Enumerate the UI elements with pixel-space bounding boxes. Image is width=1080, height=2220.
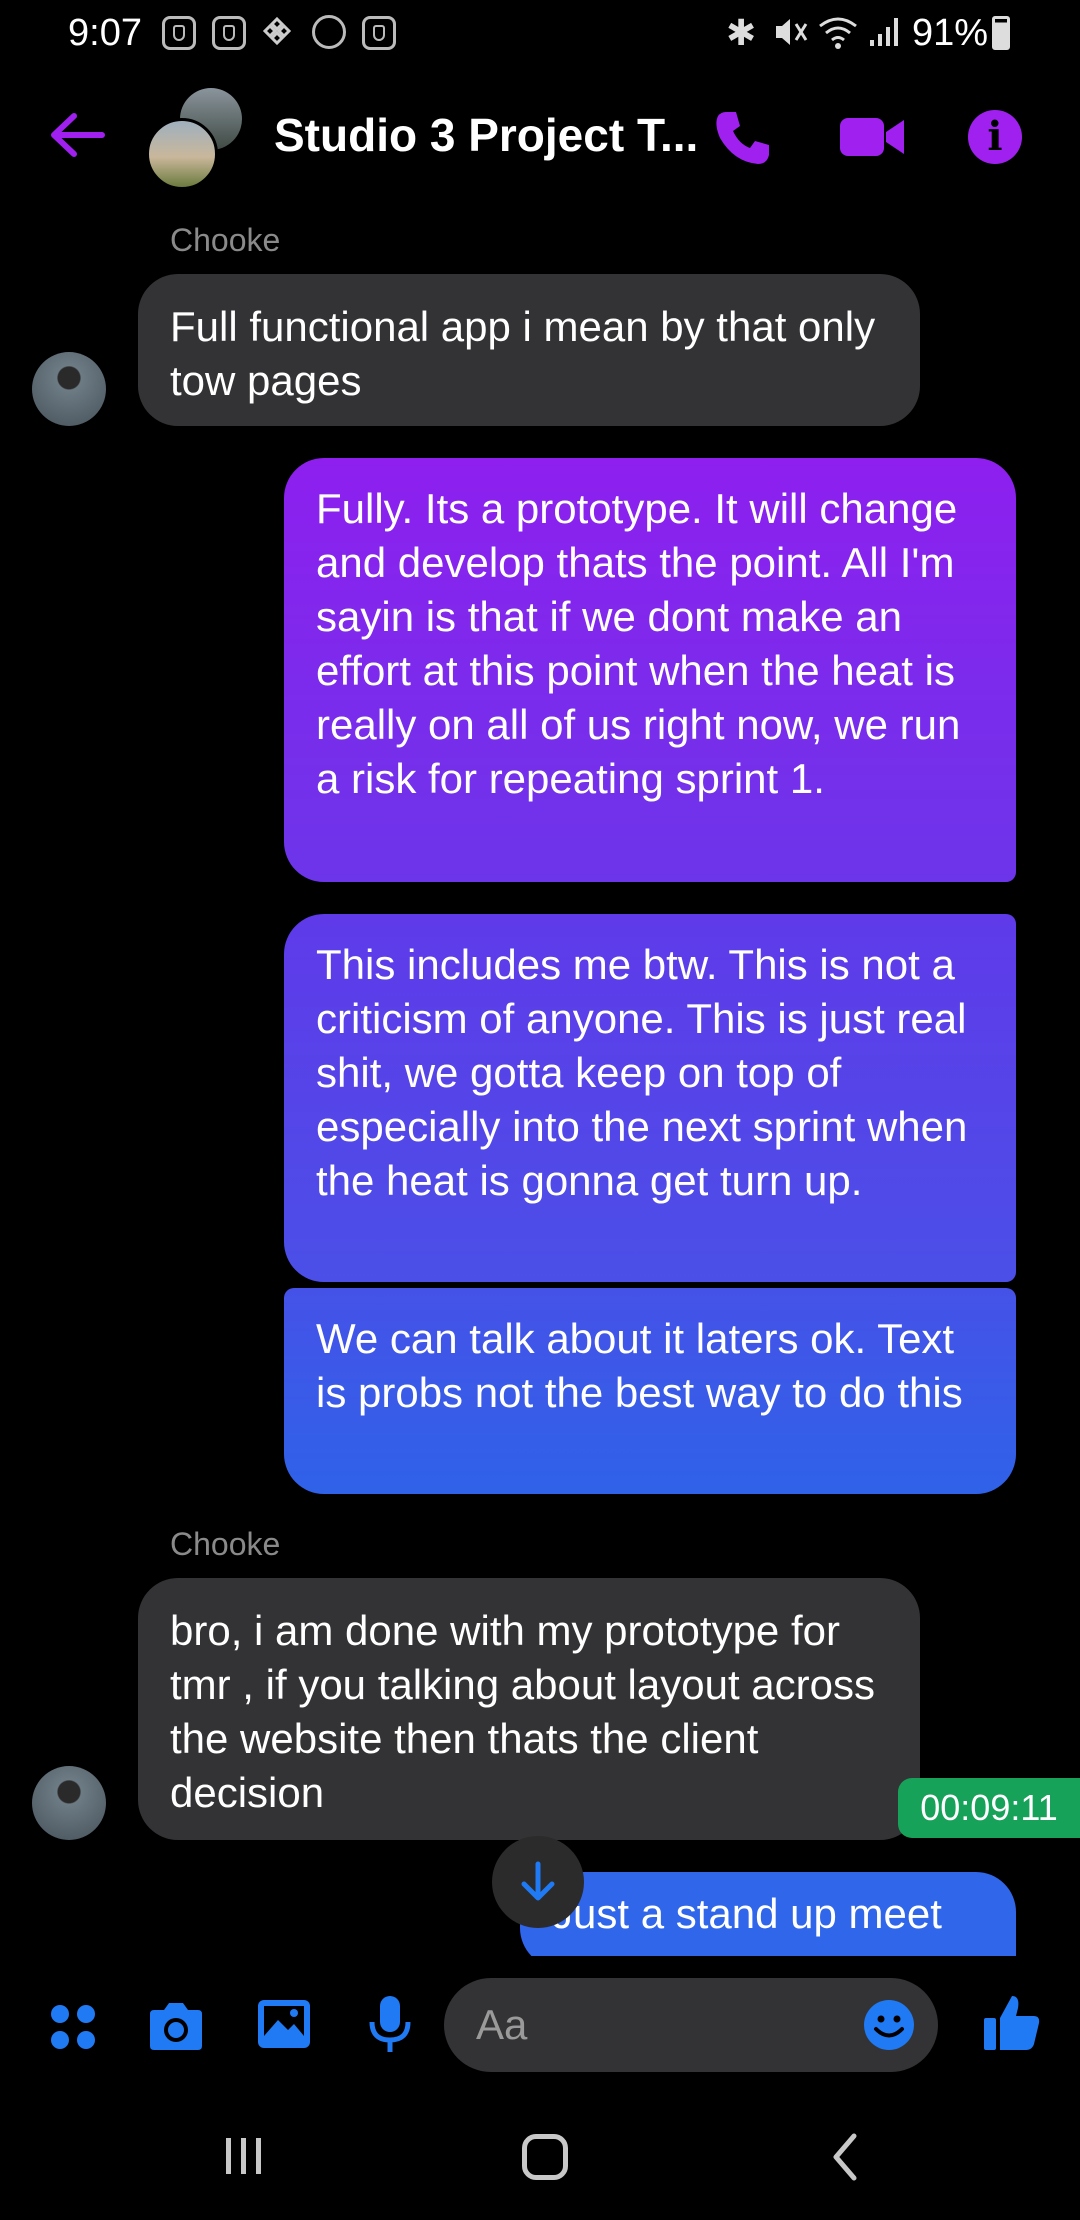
messenger-notification-icon xyxy=(312,15,346,49)
signal-icon xyxy=(870,18,898,46)
video-call-icon[interactable] xyxy=(838,112,906,162)
recent-apps-icon[interactable] xyxy=(222,2136,266,2176)
message-text: Just a stand up meet xyxy=(552,1890,942,1937)
binance-icon xyxy=(262,16,292,46)
status-time: 9:07 xyxy=(68,12,142,54)
thumbs-up-icon[interactable] xyxy=(982,1992,1042,2054)
outgoing-message-bubble[interactable]: We can talk about it laters ok. Text is … xyxy=(284,1288,1016,1494)
phone-call-icon[interactable] xyxy=(712,108,772,168)
incoming-message-bubble[interactable]: Full functional app i mean by that only … xyxy=(138,274,920,426)
outgoing-message-bubble[interactable]: Just a stand up meet xyxy=(520,1872,1016,1956)
timestamp-chip: 00:09:11 xyxy=(898,1778,1080,1838)
scroll-to-bottom-button[interactable] xyxy=(492,1836,584,1928)
member-avatar xyxy=(146,118,218,190)
mute-icon xyxy=(776,19,808,45)
info-icon[interactable]: i xyxy=(968,110,1022,164)
sender-avatar[interactable] xyxy=(32,352,106,426)
sender-name: Chooke xyxy=(170,222,281,258)
camera-icon[interactable] xyxy=(146,2000,206,2052)
nav-back-icon[interactable] xyxy=(830,2132,860,2182)
incoming-message-bubble[interactable]: bro, i am done with my prototype for tmr… xyxy=(138,1578,920,1840)
app-notification-icon xyxy=(162,16,196,50)
app-notification-icon xyxy=(212,16,246,50)
wifi-icon xyxy=(819,17,857,49)
outgoing-message-bubble[interactable]: Fully. Its a prototype. It will change a… xyxy=(284,458,1016,882)
emoji-icon[interactable] xyxy=(862,1998,916,2052)
sender-avatar[interactable] xyxy=(32,1766,106,1840)
app-notification-icon xyxy=(362,16,396,50)
arrow-down-icon xyxy=(521,1861,555,1901)
sender-name: Chooke xyxy=(170,1526,281,1562)
battery-percentage: 91% xyxy=(912,12,989,54)
battery-icon xyxy=(992,16,1010,50)
back-arrow-icon[interactable] xyxy=(44,110,106,160)
group-avatar[interactable] xyxy=(146,88,246,190)
apps-grid-icon[interactable] xyxy=(48,2002,98,2052)
outgoing-message-bubble[interactable]: This includes me btw. This is not a crit… xyxy=(284,914,1016,1282)
thread-title[interactable]: Studio 3 Project T... xyxy=(274,108,698,162)
microphone-icon[interactable] xyxy=(368,1994,412,2056)
home-icon[interactable] xyxy=(522,2134,568,2180)
bluetooth-icon: ✱ xyxy=(726,12,757,53)
gallery-icon[interactable] xyxy=(256,1998,312,2050)
